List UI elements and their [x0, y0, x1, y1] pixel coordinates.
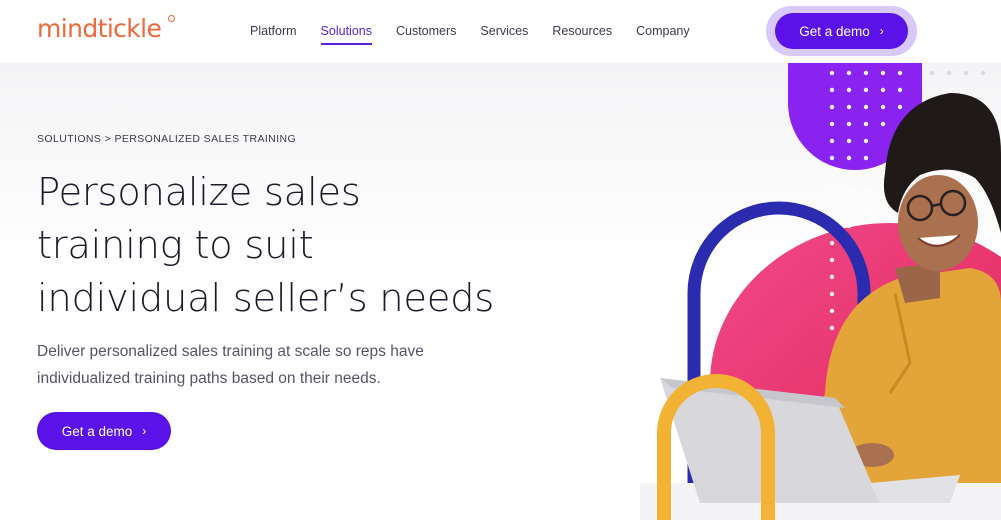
nav-solutions[interactable]: Solutions	[320, 0, 372, 63]
hero-illustration-svg	[640, 63, 1001, 520]
header-get-demo-button[interactable]: Get a demo ›	[775, 13, 908, 49]
hero-get-demo-button[interactable]: Get a demo ›	[37, 412, 171, 450]
nav-resources[interactable]: Resources	[552, 0, 612, 63]
nav-customers[interactable]: Customers	[396, 0, 456, 63]
hero-headline: Personalize sales training to suit indiv…	[37, 166, 597, 325]
headline-line: Personalize sales	[37, 170, 361, 215]
mindtickle-logo[interactable]: mindtickle	[37, 14, 162, 44]
headline-line: individual seller’s needs	[37, 276, 495, 321]
person-face-shape	[898, 175, 978, 271]
nav-services[interactable]: Services	[480, 0, 528, 63]
breadcrumb: SOLUTIONS > PERSONALIZED SALES TRAINING	[37, 133, 297, 145]
light-dot-grid-pattern	[929, 70, 986, 76]
nav-platform[interactable]: Platform	[250, 0, 297, 63]
hero-illustration	[640, 63, 1001, 520]
headline-line: training to suit	[37, 223, 314, 268]
active-nav-underline	[320, 43, 372, 45]
chevron-right-icon: ›	[142, 424, 147, 438]
nav-company[interactable]: Company	[636, 0, 690, 63]
hero-description: Deliver personalized sales training at s…	[37, 343, 424, 387]
site-header: mindtickle Platform Solutions Customers …	[0, 0, 1001, 63]
registered-mark-icon	[168, 15, 175, 22]
main-nav: Platform Solutions Customers Services Re…	[250, 0, 714, 63]
chevron-right-icon: ›	[879, 24, 884, 38]
